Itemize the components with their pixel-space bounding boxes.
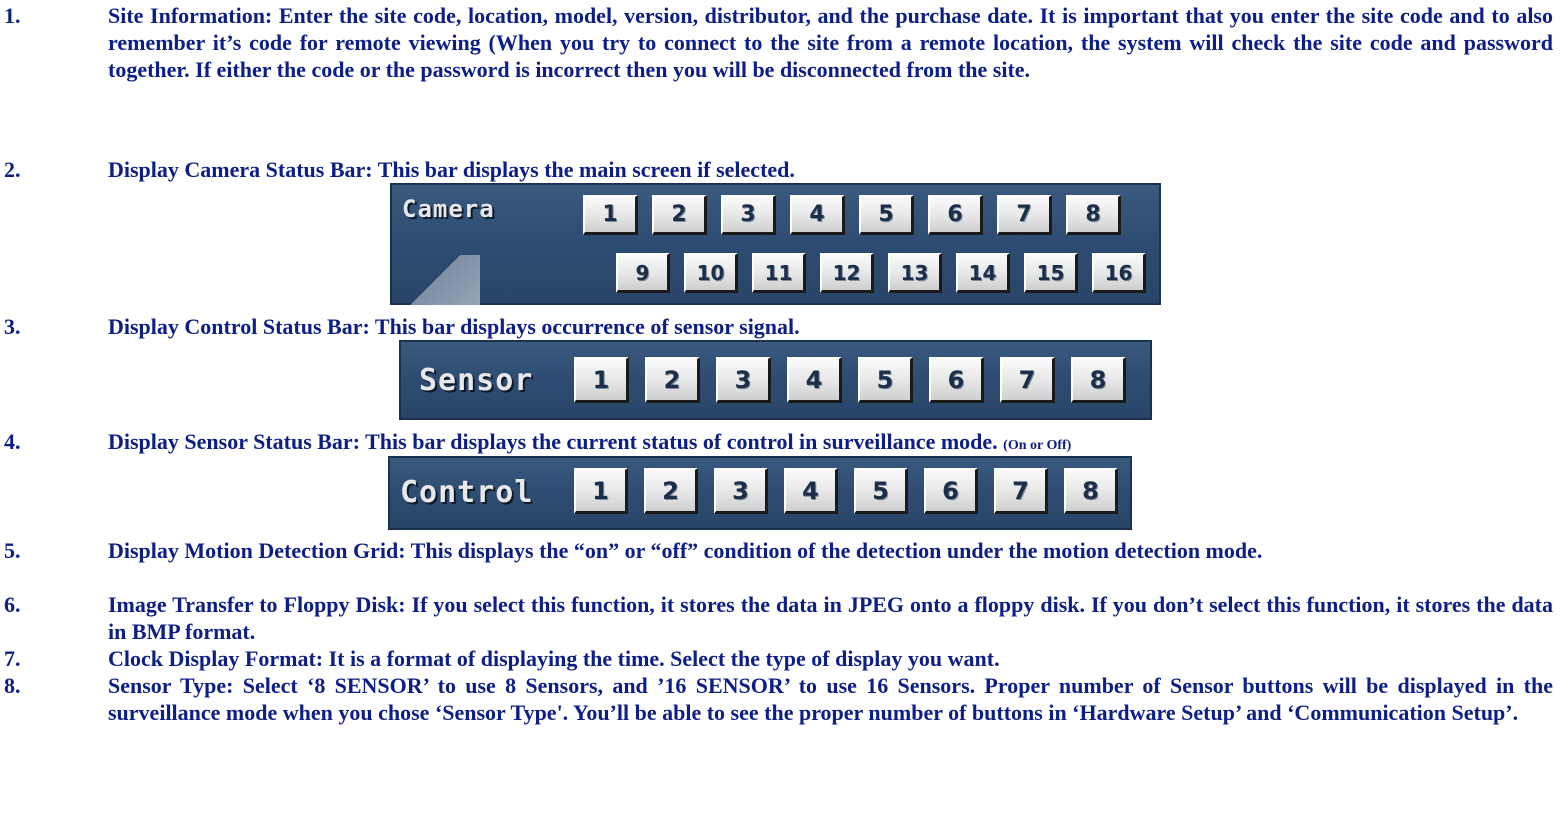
bar-corner-decoration: [390, 255, 480, 305]
item-number: 3.: [4, 314, 21, 339]
camera-button-9[interactable]: 9: [616, 253, 670, 293]
sensor-button-7[interactable]: 7: [1000, 357, 1055, 403]
camera-button-4[interactable]: 4: [790, 195, 845, 235]
sensor-button-4[interactable]: 4: [787, 357, 842, 403]
sensor-button-6[interactable]: 6: [929, 357, 984, 403]
camera-button-2[interactable]: 2: [652, 195, 707, 235]
camera-button-1[interactable]: 1: [583, 195, 638, 235]
camera-button-7[interactable]: 7: [997, 195, 1052, 235]
control-button-5[interactable]: 5: [854, 468, 908, 514]
item-number: 2.: [4, 157, 21, 182]
item-number: 4.: [4, 429, 21, 454]
camera-bar-label: Camera: [402, 195, 495, 223]
control-button-8[interactable]: 8: [1064, 468, 1118, 514]
control-button-7[interactable]: 7: [994, 468, 1048, 514]
camera-button-11[interactable]: 11: [752, 253, 806, 293]
camera-button-13[interactable]: 13: [888, 253, 942, 293]
sensor-status-bar: Sensor 12345678: [399, 340, 1152, 420]
item-number: 8.: [4, 673, 21, 698]
item-number: 5.: [4, 538, 21, 563]
control-button-1[interactable]: 1: [574, 468, 628, 514]
item-text: Site Information: Enter the site code, l…: [108, 3, 1553, 82]
control-button-3[interactable]: 3: [714, 468, 768, 514]
camera-button-12[interactable]: 12: [820, 253, 874, 293]
item-text: Display Control Status Bar: This bar dis…: [108, 314, 800, 339]
item-text: Display Motion Detection Grid: This disp…: [108, 538, 1263, 563]
control-button-4[interactable]: 4: [784, 468, 838, 514]
sensor-button-5[interactable]: 5: [858, 357, 913, 403]
camera-button-6[interactable]: 6: [928, 195, 983, 235]
item-text: Image Transfer to Floppy Disk: If you se…: [108, 592, 1553, 644]
control-button-2[interactable]: 2: [644, 468, 698, 514]
camera-button-10[interactable]: 10: [684, 253, 738, 293]
sensor-button-2[interactable]: 2: [645, 357, 700, 403]
item-number: 1.: [4, 3, 21, 28]
camera-button-14[interactable]: 14: [956, 253, 1010, 293]
item-number: 7.: [4, 646, 21, 671]
item-text: Display Camera Status Bar: This bar disp…: [108, 157, 795, 182]
item-number: 6.: [4, 592, 21, 617]
camera-button-16[interactable]: 16: [1092, 253, 1146, 293]
sensor-button-1[interactable]: 1: [574, 357, 629, 403]
item-text-note: (On or Off): [1003, 438, 1072, 453]
sensor-button-8[interactable]: 8: [1071, 357, 1126, 403]
camera-button-15[interactable]: 15: [1024, 253, 1078, 293]
sensor-bar-label: Sensor: [419, 363, 534, 398]
camera-button-3[interactable]: 3: [721, 195, 776, 235]
item-text-main: Display Sensor Status Bar: This bar disp…: [108, 429, 998, 454]
camera-status-bar: Camera 12345678 9 10 11 12 13 14 15 16: [390, 183, 1161, 305]
control-button-6[interactable]: 6: [924, 468, 978, 514]
control-bar-label: Control: [400, 475, 534, 510]
camera-button-5[interactable]: 5: [859, 195, 914, 235]
item-text: Sensor Type: Select ‘8 SENSOR’ to use 8 …: [108, 673, 1553, 725]
item-text: Clock Display Format: It is a format of …: [108, 646, 1000, 671]
sensor-button-3[interactable]: 3: [716, 357, 771, 403]
control-status-bar: Control 12345678: [388, 456, 1132, 530]
camera-button-8[interactable]: 8: [1066, 195, 1121, 235]
item-text: Display Sensor Status Bar: This bar disp…: [108, 428, 1553, 459]
